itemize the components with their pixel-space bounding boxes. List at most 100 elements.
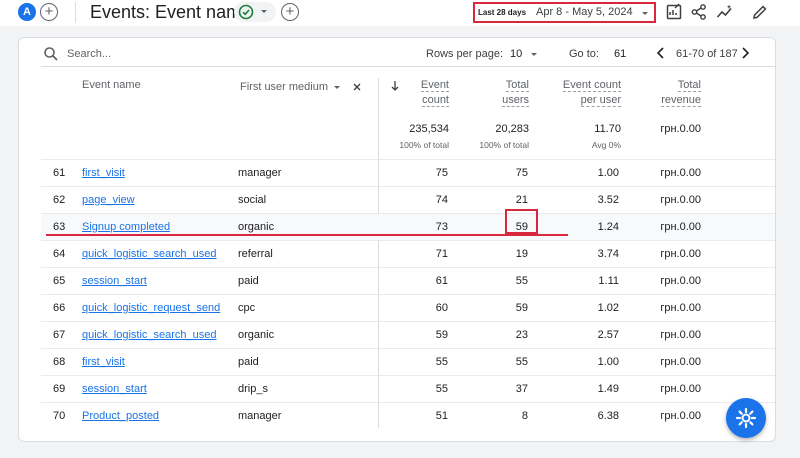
first-user-medium: social xyxy=(238,194,267,206)
table-row[interactable]: 67 quick_logistic_search_used organic 59… xyxy=(41,321,775,348)
insights-icon[interactable] xyxy=(716,3,734,21)
total-revenue-header[interactable]: Total revenue xyxy=(631,78,701,108)
first-user-medium: organic xyxy=(238,221,275,233)
page-range: 61-70 of 187 xyxy=(676,48,738,60)
total-users: 23 xyxy=(515,329,528,341)
first-user-medium: manager xyxy=(238,167,282,179)
event-count: 61 xyxy=(435,275,448,287)
report-header: A + Events: Event name + Last 28 days Ap… xyxy=(0,0,800,26)
table-row[interactable]: 61 first_visit manager 75 75 1.00 грн.0.… xyxy=(41,159,775,186)
row-index: 66 xyxy=(53,302,66,314)
event-name-header[interactable]: Event name xyxy=(82,78,141,93)
event-count: 51 xyxy=(435,410,448,422)
event-name-link[interactable]: Product_posted xyxy=(82,410,159,422)
first-user-medium: paid xyxy=(238,275,259,287)
annotation-underline xyxy=(46,234,568,236)
first-user-medium: organic xyxy=(238,329,275,341)
add-icon[interactable]: + xyxy=(281,3,299,21)
event-count-per-user: 1.24 xyxy=(597,221,619,233)
total-revenue-value: грн.0.00 xyxy=(660,123,701,135)
goto-page-input[interactable]: 61 xyxy=(614,48,626,60)
table-row[interactable]: 65 session_start paid 61 55 1.11 грн.0.0… xyxy=(41,267,775,294)
row-index: 64 xyxy=(53,248,66,260)
event-name-link[interactable]: quick_logistic_request_send xyxy=(82,302,220,314)
table-row[interactable]: 69 session_start drip_s 55 37 1.49 грн.0… xyxy=(41,375,775,402)
total-revenue: грн.0.00 xyxy=(660,194,701,206)
event-name-link[interactable]: first_visit xyxy=(82,167,125,179)
event-count: 73 xyxy=(435,221,448,233)
date-range-value: Apr 8 - May 5, 2024 xyxy=(536,6,633,18)
table-row[interactable]: 62 page_view social 74 21 3.52 грн.0.00 xyxy=(41,186,775,213)
chevron-right-icon[interactable] xyxy=(738,46,752,60)
first-user-medium: drip_s xyxy=(238,383,268,395)
row-index: 65 xyxy=(53,275,66,287)
total-event-count: 235,534 xyxy=(409,123,449,135)
chevron-down-icon[interactable] xyxy=(332,84,342,91)
search-input[interactable] xyxy=(67,44,217,64)
event-count: 74 xyxy=(435,194,448,206)
table-row[interactable]: 68 first_visit paid 55 55 1.00 грн.0.00 xyxy=(41,348,775,375)
table-row[interactable]: 70 Product_posted manager 51 8 6.38 грн.… xyxy=(41,402,775,429)
total-revenue: грн.0.00 xyxy=(660,329,701,341)
event-count-per-user: 1.00 xyxy=(597,356,619,368)
total-revenue: грн.0.00 xyxy=(660,275,701,287)
row-index: 70 xyxy=(53,410,66,422)
event-count-per-user: 2.57 xyxy=(597,329,619,341)
total-revenue: грн.0.00 xyxy=(660,356,701,368)
total-users: 19 xyxy=(515,248,528,260)
events-table: 61 first_visit manager 75 75 1.00 грн.0.… xyxy=(41,159,775,429)
header-divider xyxy=(75,2,76,23)
insights-fab-button[interactable] xyxy=(726,398,766,438)
rows-per-page-select[interactable]: 10 xyxy=(510,48,522,60)
total-users: 59 xyxy=(515,302,528,314)
date-range-picker[interactable]: Last 28 days Apr 8 - May 5, 2024 xyxy=(473,2,656,23)
event-name-link[interactable]: session_start xyxy=(82,383,147,395)
total-users-header[interactable]: Total users xyxy=(459,78,529,108)
total-revenue: грн.0.00 xyxy=(660,383,701,395)
account-avatar[interactable]: A xyxy=(18,3,36,21)
event-count-per-user-header[interactable]: Event count per user xyxy=(531,78,621,108)
total-users: 55 xyxy=(515,356,528,368)
event-count: 75 xyxy=(435,167,448,179)
event-count-per-user: 1.00 xyxy=(597,167,619,179)
dimension-selector[interactable]: First user medium xyxy=(240,80,328,95)
event-count: 55 xyxy=(435,356,448,368)
edit-report-icon[interactable] xyxy=(665,3,683,21)
total-users: 55 xyxy=(515,275,528,287)
row-index: 63 xyxy=(53,221,66,233)
row-index: 61 xyxy=(53,167,66,179)
row-index: 62 xyxy=(53,194,66,206)
event-count-per-user: 1.49 xyxy=(597,383,619,395)
chevron-down-icon xyxy=(642,12,648,15)
check-circle-icon xyxy=(238,4,254,20)
row-index: 67 xyxy=(53,329,66,341)
event-name-link[interactable]: session_start xyxy=(82,275,147,287)
rows-per-page-label: Rows per page: xyxy=(426,48,504,60)
event-name-link[interactable]: page_view xyxy=(82,194,135,206)
close-icon[interactable] xyxy=(352,82,362,92)
first-user-medium: paid xyxy=(238,356,259,368)
page-title: Events: Event name xyxy=(90,2,252,22)
total-users: 21 xyxy=(515,194,528,206)
table-row[interactable]: 66 quick_logistic_request_send cpc 60 59… xyxy=(41,294,775,321)
event-name-link[interactable]: Signup completed xyxy=(82,221,170,233)
event-count-per-user: 1.02 xyxy=(597,302,619,314)
event-count-per-user: 1.11 xyxy=(598,275,619,287)
total-revenue: грн.0.00 xyxy=(660,221,701,233)
total-event-count-per-user: 11.70 xyxy=(594,123,621,135)
title-status-chip[interactable] xyxy=(234,2,276,22)
add-comparison-icon[interactable]: + xyxy=(40,3,58,21)
annotation-highlight-box xyxy=(505,209,538,234)
event-count-header[interactable]: Event count xyxy=(379,78,449,108)
event-name-link[interactable]: quick_logistic_search_used xyxy=(82,329,217,341)
chevron-left-icon[interactable] xyxy=(654,46,668,60)
total-revenue: грн.0.00 xyxy=(660,302,701,314)
event-name-link[interactable]: first_visit xyxy=(82,356,125,368)
chevron-down-icon[interactable] xyxy=(529,51,539,58)
table-row[interactable]: 64 quick_logistic_search_used referral 7… xyxy=(41,240,775,267)
pencil-icon[interactable] xyxy=(751,3,769,21)
settings-gear-icon xyxy=(735,407,757,429)
share-icon[interactable] xyxy=(690,3,708,21)
event-name-link[interactable]: quick_logistic_search_used xyxy=(82,248,217,260)
total-users-sub: 100% of total xyxy=(479,140,529,150)
